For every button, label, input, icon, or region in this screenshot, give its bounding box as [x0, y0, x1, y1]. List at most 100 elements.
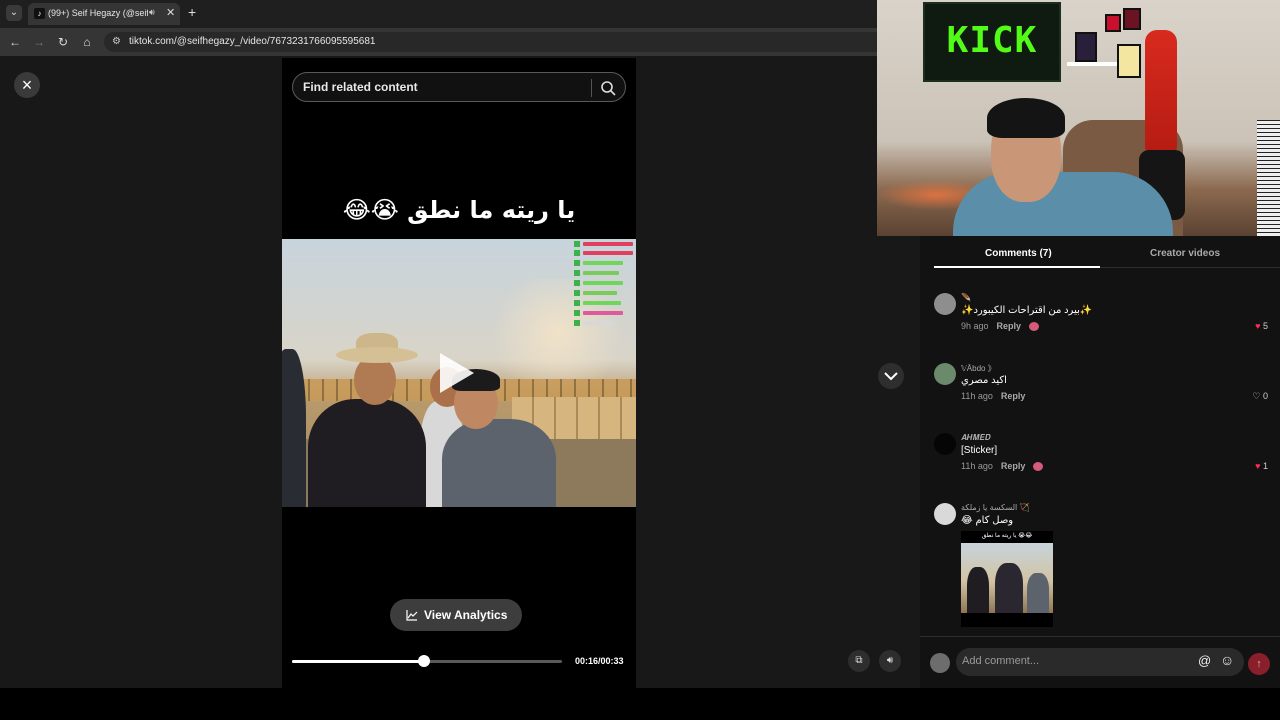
thumbnail-image	[961, 543, 1053, 613]
tiktok-icon: ♪	[34, 8, 45, 19]
play-icon[interactable]	[440, 353, 474, 393]
emoji-icon[interactable]: ☺	[1220, 652, 1234, 668]
comment-time: 11h ago	[961, 391, 993, 401]
streamer-hair	[987, 98, 1065, 138]
reply-button[interactable]: Reply	[1001, 391, 1026, 401]
bottom-strip	[0, 688, 1280, 720]
comment-username[interactable]: 🪶	[961, 293, 971, 302]
comment-username[interactable]: 𝕍Ābdo 》	[961, 363, 996, 374]
screen: ⌄ ♪ (99+) Seif Hegazy (@seifheg 🔊︎ ✕ + ←…	[0, 0, 1280, 720]
comment-item: السكسة يا زملكة 🏹 😂 وصل كام يا ريته ما ن…	[934, 503, 1268, 635]
reload-icon[interactable]: ↻	[55, 34, 71, 50]
stream-chat-overlay	[574, 239, 636, 335]
tab-creator-videos[interactable]: Creator videos	[1150, 248, 1220, 259]
heart-outline-icon: ♡	[1252, 391, 1261, 401]
mention-icon[interactable]: @	[1198, 653, 1211, 668]
browser-nav-bar: ← → ↻ ⌂ ⚙ tiktok.com/@seifhegazy_/video/…	[0, 28, 880, 56]
reply-button[interactable]: Reply	[997, 321, 1022, 331]
like-button[interactable]: ♡ 0	[1252, 391, 1268, 402]
heart-filled-icon: ♥	[1255, 461, 1261, 471]
next-video-button[interactable]	[878, 363, 904, 389]
tab-list-icon[interactable]: ⌄	[6, 5, 22, 21]
reaction-icon	[1033, 462, 1044, 472]
avatar[interactable]	[934, 503, 956, 525]
search-icon[interactable]	[599, 79, 617, 97]
wall-frame	[1105, 14, 1121, 32]
url-text: tiktok.com/@seifhegazy_/video/7673231766…	[129, 36, 376, 47]
search-divider	[591, 79, 592, 97]
comment-text: [Sticker]	[961, 445, 998, 456]
home-icon[interactable]: ⌂	[79, 34, 95, 50]
comment-meta: 9h ago Reply	[961, 321, 1040, 332]
webcam-overlay: KICK	[877, 0, 1280, 236]
tab-comments[interactable]: Comments (7)	[985, 248, 1052, 259]
person-left-edge	[282, 349, 306, 507]
send-icon[interactable]: ↑	[1248, 653, 1270, 675]
kick-sign-text: KICK	[946, 20, 1038, 61]
wall-frame	[1075, 32, 1097, 62]
mini-player-icon[interactable]: ⧉	[848, 650, 870, 672]
avatar[interactable]	[934, 363, 956, 385]
back-icon[interactable]: ←	[7, 34, 23, 50]
streamer-shirt	[953, 172, 1173, 236]
avatar[interactable]	[934, 433, 956, 455]
site-info-icon[interactable]: ⚙	[112, 36, 121, 47]
like-button[interactable]: ♥ 1	[1255, 461, 1268, 471]
wall-frame	[1117, 44, 1141, 78]
person-right-body	[442, 419, 556, 507]
hat-brim	[336, 347, 418, 363]
thumbnail-caption: يا ريته ما نطق 😭😂	[981, 533, 1033, 539]
like-count: 0	[1262, 391, 1268, 401]
new-tab-icon[interactable]: +	[188, 4, 196, 20]
chart-line-icon	[406, 610, 418, 621]
close-icon[interactable]: ×	[14, 72, 40, 98]
thumb-person	[995, 563, 1023, 613]
forward-icon[interactable]: →	[31, 34, 47, 50]
person-hat-body	[308, 399, 426, 507]
chevron-down-icon	[884, 372, 898, 381]
comment-video-thumbnail[interactable]: يا ريته ما نطق 😭😂	[961, 531, 1053, 627]
comment-item: 𝑨𝑯𝑴𝑬𝑫 [Sticker] 11h ago Reply ♥ 1	[934, 433, 1268, 477]
thumb-person	[967, 567, 989, 613]
comments-tabs: Comments (7) Creator videos	[934, 242, 1280, 268]
active-tab-underline	[934, 266, 1100, 268]
progress-fill	[292, 660, 425, 663]
comment-input-placeholder: Add comment...	[962, 655, 1040, 667]
kick-sign: KICK	[923, 2, 1061, 82]
browser-tab-bar: ⌄ ♪ (99+) Seif Hegazy (@seifheg 🔊︎ ✕ +	[0, 0, 880, 28]
comment-time: 9h ago	[961, 321, 989, 331]
tab-close-icon[interactable]: ✕	[166, 6, 175, 19]
reaction-icon	[1029, 322, 1040, 332]
video-caption: يا ريته ما نطق 😭😂	[342, 196, 576, 224]
comment-item: 🪶 ✨بيرد من اقتراحات الكيبورد✨ 9h ago Repl…	[934, 293, 1268, 337]
like-button[interactable]: ♥ 5	[1255, 321, 1268, 331]
video-progress-bar[interactable]	[292, 655, 562, 667]
like-count: 5	[1262, 321, 1268, 331]
punching-bag	[1145, 30, 1177, 158]
heart-filled-icon: ♥	[1255, 321, 1261, 331]
comment-username[interactable]: 𝑨𝑯𝑴𝑬𝑫	[961, 433, 991, 443]
audio-playing-icon[interactable]: 🔊︎	[149, 7, 155, 18]
wall-frame	[1123, 8, 1141, 30]
search-input[interactable]: Find related content	[292, 72, 626, 102]
tab-title: (99+) Seif Hegazy (@seifheg	[48, 8, 148, 18]
browser-tab[interactable]: ♪ (99+) Seif Hegazy (@seifheg 🔊︎ ✕	[28, 3, 180, 25]
comment-text: اكيد مصري	[961, 375, 1007, 386]
comment-username[interactable]: السكسة يا زملكة 🏹	[961, 503, 1029, 512]
comment-time: 11h ago	[961, 461, 993, 471]
search-placeholder: Find related content	[303, 80, 418, 94]
view-analytics-button[interactable]: View Analytics	[390, 599, 522, 631]
comment-text: ✨بيرد من اقتراحات الكيبورد✨	[961, 305, 1093, 316]
volume-icon[interactable]: 🔊︎	[879, 650, 901, 672]
reply-button[interactable]: Reply	[1001, 461, 1026, 471]
avatar	[930, 653, 950, 673]
video-time: 00:16/00:33	[575, 656, 624, 666]
address-bar[interactable]: ⚙ tiktok.com/@seifhegazy_/video/76732317…	[104, 32, 880, 52]
video-player[interactable]	[282, 239, 636, 507]
comment-input[interactable]: Add comment... @ ☺	[956, 648, 1244, 676]
thumb-person	[1027, 573, 1049, 613]
avatar[interactable]	[934, 293, 956, 315]
piano-keyboard	[1257, 120, 1280, 236]
comment-item: 𝕍Ābdo 》 اكيد مصري 11h ago Reply ♡ 0	[934, 363, 1268, 407]
comment-input-bar: Add comment... @ ☺ ↑	[920, 636, 1280, 688]
